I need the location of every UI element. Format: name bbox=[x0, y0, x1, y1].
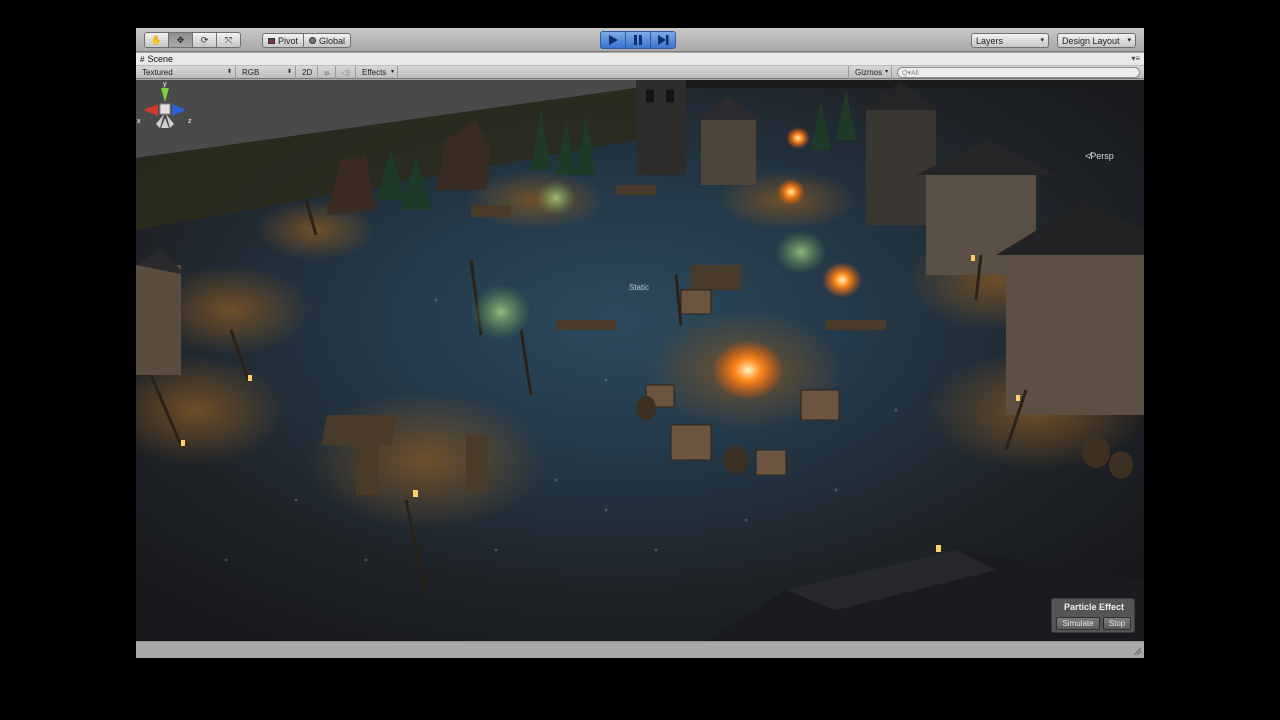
move-tool-button[interactable]: ✥ bbox=[168, 32, 193, 48]
render-mode-label: Textured bbox=[142, 68, 173, 77]
stop-button[interactable]: Stop bbox=[1103, 617, 1131, 630]
effects-dropdown[interactable]: Effects ▾ bbox=[356, 66, 398, 79]
gizmos-dropdown[interactable]: Gizmos ▾ bbox=[848, 66, 892, 79]
rotate-icon: ⟳ bbox=[200, 34, 209, 45]
unity-editor-window: ✋ ✥ ⟳ ⤧ Pivot Global Layers ▾ Design Lay… bbox=[136, 28, 1144, 658]
scale-tool-button[interactable]: ⤧ bbox=[216, 32, 241, 48]
status-bar bbox=[136, 641, 1144, 658]
audio-toggle[interactable]: ◁) bbox=[336, 66, 356, 79]
transform-tools: ✋ ✥ ⟳ ⤧ bbox=[144, 32, 241, 48]
global-button[interactable]: Global bbox=[303, 33, 352, 48]
main-toolbar: ✋ ✥ ⟳ ⤧ Pivot Global Layers ▾ Design Lay… bbox=[136, 28, 1144, 52]
scene-view-toolbar: Textured ⬍ RGB ⬍ 2D ☼ ◁) Effects ▾ Gizmo… bbox=[136, 66, 1144, 79]
updown-arrow-icon: ⬍ bbox=[226, 69, 232, 75]
layers-label: Layers bbox=[976, 35, 1004, 46]
scene-render bbox=[136, 80, 1144, 641]
tab-menu-icon[interactable]: ▾≡ bbox=[1131, 54, 1140, 63]
scene-search-input[interactable]: Q▾All bbox=[897, 67, 1140, 78]
pivot-label: Pivot bbox=[278, 35, 299, 46]
globe-icon bbox=[309, 37, 317, 44]
layers-dropdown[interactable]: Layers ▾ bbox=[971, 33, 1049, 48]
perspective-label[interactable]: ≮Persp bbox=[1085, 151, 1114, 161]
gizmos-label: Gizmos bbox=[855, 68, 883, 77]
rotate-tool-button[interactable]: ⟳ bbox=[192, 32, 217, 48]
tab-scene-label: Scene bbox=[147, 54, 173, 64]
mode-2d-label: 2D bbox=[302, 68, 313, 77]
render-mode-dropdown[interactable]: Textured ⬍ bbox=[136, 66, 236, 79]
dropdown-arrow-icon: ▾ bbox=[884, 69, 888, 75]
layout-label: Design Layout bbox=[1062, 35, 1120, 46]
simulate-button[interactable]: Simulate bbox=[1056, 617, 1100, 630]
search-placeholder: Q▾All bbox=[902, 69, 919, 77]
updown-arrow-icon: ⬍ bbox=[286, 69, 292, 75]
playback-controls bbox=[600, 31, 676, 49]
gizmo-axis-z: z bbox=[188, 118, 192, 125]
hand-tool-button[interactable]: ✋ bbox=[144, 32, 169, 48]
pause-icon bbox=[634, 35, 642, 45]
gizmo-axis-x: x bbox=[137, 118, 141, 125]
pivot-button[interactable]: Pivot bbox=[262, 33, 305, 48]
play-icon bbox=[609, 35, 618, 45]
dropdown-arrow-icon: ▾ bbox=[1127, 37, 1131, 44]
lighting-toggle[interactable]: ☼ bbox=[318, 66, 336, 79]
mode-2d-toggle[interactable]: 2D bbox=[298, 66, 318, 79]
color-mode-dropdown[interactable]: RGB ⬍ bbox=[236, 66, 296, 79]
pivot-icon bbox=[268, 37, 275, 44]
pause-button[interactable] bbox=[625, 31, 651, 49]
color-mode-label: RGB bbox=[242, 68, 260, 77]
orientation-gizmo-icon[interactable]: y x z bbox=[136, 80, 194, 140]
dropdown-arrow-icon: ▾ bbox=[1040, 37, 1044, 44]
dropdown-arrow-icon: ▾ bbox=[390, 69, 394, 75]
layout-dropdown[interactable]: Design Layout ▾ bbox=[1057, 33, 1136, 48]
play-button[interactable] bbox=[600, 31, 626, 49]
effects-label: Effects bbox=[362, 68, 387, 77]
tab-scene[interactable]: # Scene bbox=[140, 54, 173, 64]
static-object-label: Static bbox=[629, 283, 650, 292]
move-icon: ✥ bbox=[176, 34, 185, 45]
scale-icon: ⤧ bbox=[224, 34, 233, 45]
step-icon bbox=[657, 35, 668, 45]
scene-tab-bar: # Scene ▾≡ bbox=[136, 53, 1144, 66]
particle-effect-panel: Particle Effect Simulate Stop bbox=[1051, 598, 1135, 633]
hand-icon: ✋ bbox=[150, 34, 163, 45]
grid-icon: # bbox=[140, 54, 145, 64]
sun-icon: ☼ bbox=[323, 68, 331, 77]
pivot-global-toggle: Pivot Global bbox=[262, 33, 352, 48]
resize-grip-icon[interactable] bbox=[1133, 647, 1142, 656]
gizmo-axis-y: y bbox=[163, 81, 167, 88]
scene-viewport[interactable]: Static y x z ≮Persp Particle Effect Simu… bbox=[136, 80, 1144, 641]
step-button[interactable] bbox=[650, 31, 676, 49]
speaker-icon: ◁) bbox=[341, 68, 350, 77]
global-label: Global bbox=[319, 35, 346, 46]
particle-effect-title: Particle Effect bbox=[1063, 602, 1125, 612]
